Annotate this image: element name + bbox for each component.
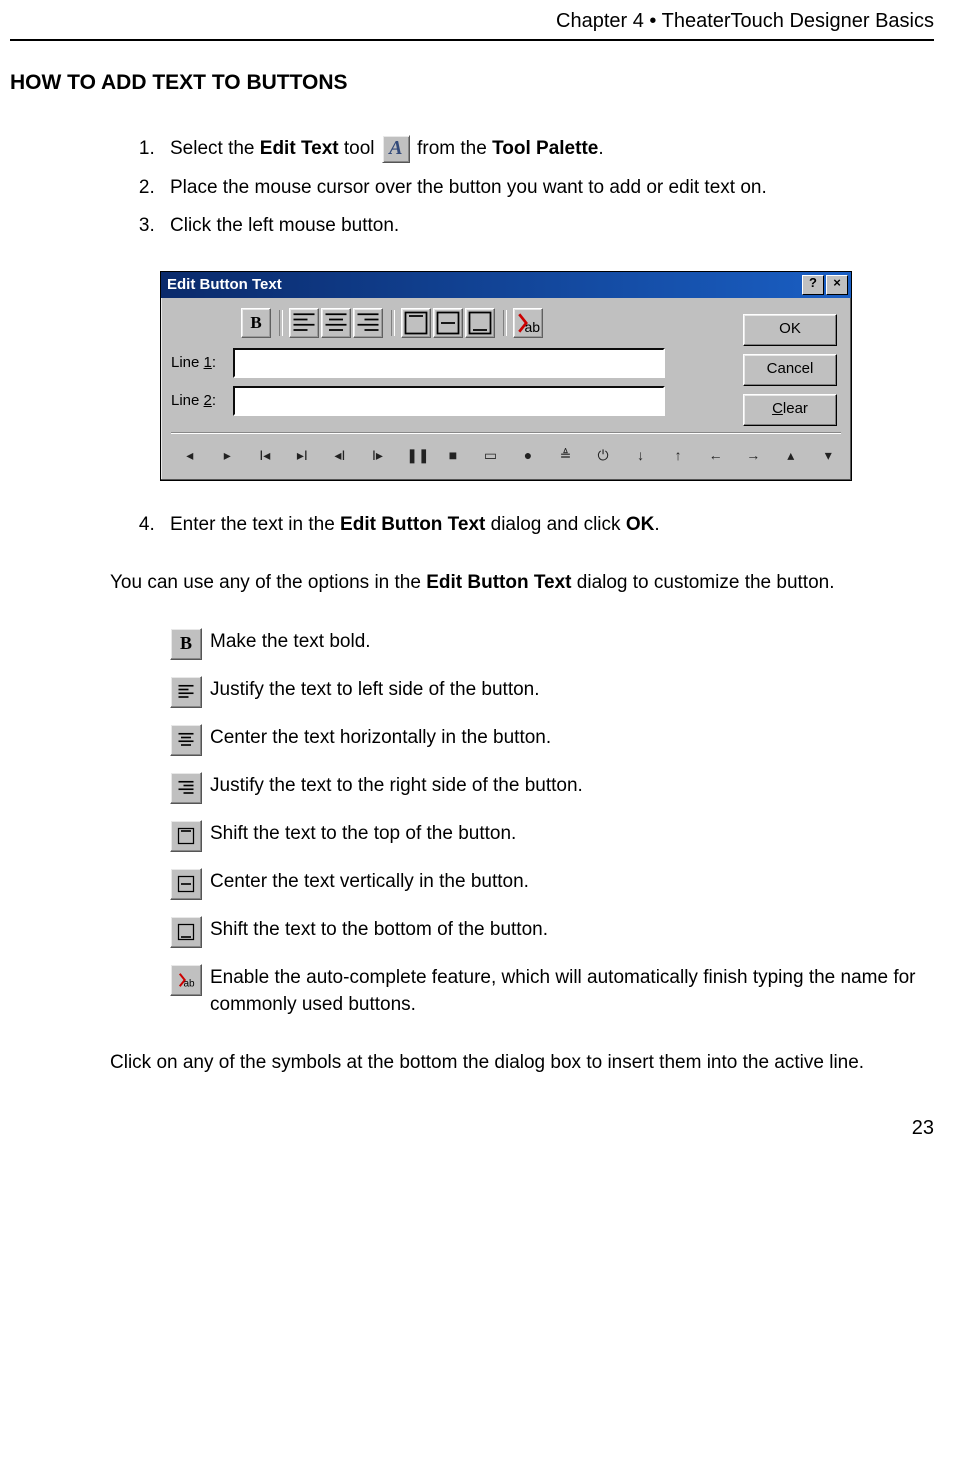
step-3: Click the left mouse button. [160,212,934,241]
symbol-next-icon[interactable]: ▸ [219,447,237,464]
symbol-right-icon[interactable]: → [744,447,762,464]
page-header: Chapter 4 • TheaterTouch Designer Basics [10,0,934,41]
valign-center-icon [170,868,202,900]
valign-center-button[interactable] [433,308,463,338]
section-title: HOW TO ADD TEXT TO BUTTONS [10,71,934,95]
symbol-tri-down-icon[interactable]: ▾ [820,447,838,464]
align-center-icon [170,724,202,756]
symbol-left-icon[interactable]: ← [707,447,725,464]
bold-desc: Make the text bold. [210,628,371,656]
closing-paragraph: Click on any of the symbols at the botto… [110,1049,934,1078]
step-2: Place the mouse cursor over the button y… [160,174,934,203]
symbol-skip-back-icon[interactable]: I◂ [256,447,274,464]
valign-center-desc: Center the text vertically in the button… [210,868,529,896]
page-number: 23 [10,1117,934,1140]
align-center-button[interactable] [321,308,351,338]
symbol-rew-icon[interactable]: ◂I [331,447,349,464]
symbol-pause-icon[interactable]: ❚❚ [406,447,424,464]
symbol-rect-icon[interactable]: ▭ [482,447,500,464]
valign-bottom-button[interactable] [465,308,495,338]
edit-button-text-dialog: Edit Button Text ? × B ab Line 1: Line 2… [160,271,852,481]
valign-top-icon [170,820,202,852]
align-center-desc: Center the text horizontally in the butt… [210,724,551,752]
align-right-button[interactable] [353,308,383,338]
svg-text:ab: ab [525,318,541,334]
symbol-row: ◂ ▸ I◂ ▸I ◂I I▸ ❚❚ ■ ▭ ● ≜ ⏻ ↓ ↑ ← → ▴ ▾ [171,432,841,468]
clear-button[interactable]: Clear [743,394,837,426]
symbol-up-icon[interactable]: ↑ [669,447,687,464]
dialog-titlebar: Edit Button Text ? × [161,272,851,298]
cancel-button[interactable]: Cancel [743,354,837,386]
symbol-ffwd-icon[interactable]: I▸ [369,447,387,464]
step-4: Enter the text in the Edit Button Text d… [160,511,934,540]
line2-input[interactable] [233,386,665,416]
icon-descriptions: B Make the text bold. Justify the text t… [170,628,934,1019]
bold-button[interactable]: B [241,308,271,338]
valign-top-desc: Shift the text to the top of the button. [210,820,516,848]
symbol-down-icon[interactable]: ↓ [632,447,650,464]
autocomplete-button[interactable]: ab [513,308,543,338]
line2-label: Line 2: [171,392,233,409]
dialog-title: Edit Button Text [167,276,282,293]
edit-text-tool-icon: A [382,135,410,163]
line1-input[interactable] [233,348,665,378]
help-button[interactable]: ? [802,275,824,295]
align-left-icon [170,676,202,708]
align-left-button[interactable] [289,308,319,338]
ok-button[interactable]: OK [743,314,837,346]
symbol-eject-icon[interactable]: ≜ [557,447,575,464]
symbol-skip-fwd-icon[interactable]: ▸I [294,447,312,464]
steps-list: Select the Edit Text tool A from the Too… [130,135,934,241]
svg-text:ab: ab [184,978,196,989]
symbol-stop-icon[interactable]: ■ [444,447,462,464]
step-1: Select the Edit Text tool A from the Too… [160,135,934,164]
align-right-desc: Justify the text to the right side of th… [210,772,583,800]
symbol-rec-icon[interactable]: ● [519,447,537,464]
symbol-tri-up-icon[interactable]: ▴ [782,447,800,464]
symbol-power-icon[interactable]: ⏻ [594,447,612,464]
steps-list-cont: Enter the text in the Edit Button Text d… [130,511,934,540]
bold-icon: B [170,628,202,660]
valign-bottom-icon [170,916,202,948]
symbol-prev-icon[interactable]: ◂ [181,447,199,464]
line1-label: Line 1: [171,354,233,371]
align-left-desc: Justify the text to left side of the but… [210,676,540,704]
autocomplete-icon: ab [170,964,202,996]
valign-top-button[interactable] [401,308,431,338]
align-right-icon [170,772,202,804]
close-button[interactable]: × [826,275,848,295]
paragraph-customize: You can use any of the options in the Ed… [110,569,934,598]
valign-bottom-desc: Shift the text to the bottom of the butt… [210,916,548,944]
autocomplete-desc: Enable the auto-complete feature, which … [210,964,934,1019]
